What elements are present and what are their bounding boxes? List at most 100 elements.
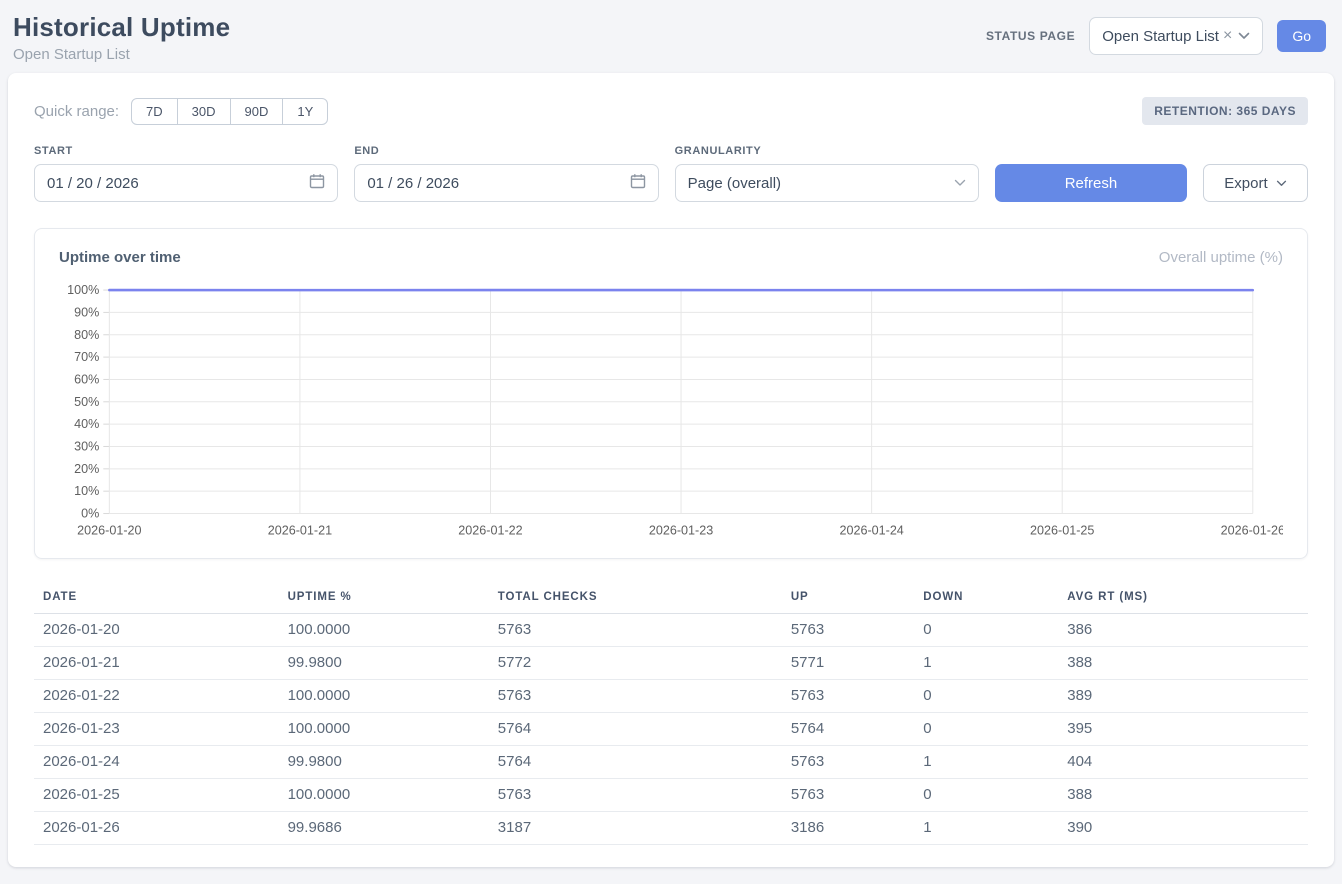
table-cell: 0 [914,679,1058,712]
table-cell: 100.0000 [279,712,489,745]
svg-text:30%: 30% [74,440,99,454]
svg-text:0%: 0% [81,507,99,521]
granularity-label: GRANULARITY [675,145,979,157]
svg-text:80%: 80% [74,328,99,342]
table-cell: 5772 [489,646,782,679]
page-title: Historical Uptime [13,12,230,43]
refresh-button[interactable]: Refresh [995,164,1187,202]
table-cell: 388 [1058,778,1308,811]
column-header: DATE [34,583,279,614]
table-cell: 2026-01-23 [34,712,279,745]
table-row: 2026-01-25100.0000576357630388 [34,778,1308,811]
table-cell: 5763 [782,745,914,778]
filter-row: START 01 / 20 / 2026 END 01 / 26 / 2026 … [34,145,1308,202]
quick-range-group: 7D30D90D1Y [131,98,328,125]
column-header: AVG RT (MS) [1058,583,1308,614]
end-date-input[interactable]: 01 / 26 / 2026 [354,164,658,202]
table-cell: 1 [914,646,1058,679]
column-header: UPTIME % [279,583,489,614]
svg-text:2026-01-22: 2026-01-22 [458,524,522,538]
status-page-bar: STATUS PAGE Open Startup List × Go [986,17,1326,55]
table-row: 2026-01-2499.9800576457631404 [34,745,1308,778]
table-cell: 404 [1058,745,1308,778]
table-cell: 1 [914,745,1058,778]
export-button-label: Export [1224,175,1267,192]
calendar-icon[interactable] [630,173,646,193]
end-date-value: 01 / 26 / 2026 [367,175,459,192]
table-row: 2026-01-20100.0000576357630386 [34,613,1308,646]
table-cell: 3186 [782,811,914,844]
table-cell: 100.0000 [279,679,489,712]
start-date-input[interactable]: 01 / 20 / 2026 [34,164,338,202]
table-row: 2026-01-23100.0000576457640395 [34,712,1308,745]
status-page-select[interactable]: Open Startup List × [1089,17,1263,55]
export-button[interactable]: Export [1203,164,1308,202]
start-date-label: START [34,145,338,157]
column-header: DOWN [914,583,1058,614]
granularity-select[interactable]: Page (overall) [675,164,979,202]
table-cell: 2026-01-26 [34,811,279,844]
chevron-down-icon [954,179,966,187]
table-cell: 0 [914,778,1058,811]
table-cell: 0 [914,613,1058,646]
svg-text:100%: 100% [67,283,99,297]
table-cell: 2026-01-25 [34,778,279,811]
clear-selection-icon[interactable]: × [1223,28,1232,44]
table-cell: 5763 [489,613,782,646]
table-cell: 395 [1058,712,1308,745]
table-cell: 0 [914,712,1058,745]
svg-text:2026-01-20: 2026-01-20 [77,524,141,538]
table-cell: 5764 [489,712,782,745]
quick-range-button-90d[interactable]: 90D [230,98,284,125]
table-cell: 386 [1058,613,1308,646]
granularity-value: Page (overall) [688,175,781,192]
table-cell: 5763 [782,778,914,811]
page-subtitle: Open Startup List [13,46,230,63]
chart-legend-label: Overall uptime (%) [1159,249,1283,266]
uptime-table: DATEUPTIME %TOTAL CHECKSUPDOWNAVG RT (MS… [34,583,1308,845]
svg-text:2026-01-21: 2026-01-21 [268,524,332,538]
table-cell: 5763 [782,613,914,646]
column-header: UP [782,583,914,614]
chart-title: Uptime over time [59,249,181,266]
table-cell: 1 [914,811,1058,844]
table-cell: 5763 [782,679,914,712]
title-block: Historical Uptime Open Startup List [13,12,230,63]
table-cell: 3187 [489,811,782,844]
svg-text:50%: 50% [74,395,99,409]
table-row: 2026-01-22100.0000576357630389 [34,679,1308,712]
svg-text:90%: 90% [74,305,99,319]
table-cell: 5771 [782,646,914,679]
table-cell: 99.9686 [279,811,489,844]
status-page-selected-value: Open Startup List [1102,28,1219,45]
main-card: Quick range: 7D30D90D1Y RETENTION: 365 D… [8,73,1334,867]
svg-text:2026-01-23: 2026-01-23 [649,524,713,538]
table-cell: 5764 [782,712,914,745]
table-cell: 100.0000 [279,778,489,811]
start-date-value: 01 / 20 / 2026 [47,175,139,192]
go-button[interactable]: Go [1277,20,1326,52]
quick-range-button-1y[interactable]: 1Y [282,98,328,125]
uptime-chart-card: Uptime over time Overall uptime (%) 0% 10… [34,228,1308,559]
column-header: TOTAL CHECKS [489,583,782,614]
table-row: 2026-01-2199.9800577257711388 [34,646,1308,679]
table-cell: 100.0000 [279,613,489,646]
calendar-icon[interactable] [309,173,325,193]
svg-text:2026-01-25: 2026-01-25 [1030,524,1094,538]
end-date-field: END 01 / 26 / 2026 [354,145,658,202]
svg-text:20%: 20% [74,462,99,476]
svg-text:2026-01-26: 2026-01-26 [1221,524,1283,538]
table-row: 2026-01-2699.9686318731861390 [34,811,1308,844]
table-cell: 2026-01-24 [34,745,279,778]
uptime-line-chart: 0%10%20%30%40%50%60%70%80%90%100%2026-01… [59,280,1283,544]
granularity-field: GRANULARITY Page (overall) [675,145,979,202]
uptime-table-header: DATEUPTIME %TOTAL CHECKSUPDOWNAVG RT (MS… [34,583,1308,614]
table-cell: 2026-01-20 [34,613,279,646]
quick-range-button-30d[interactable]: 30D [177,98,231,125]
quick-range-label: Quick range: [34,103,119,120]
quick-range-button-7d[interactable]: 7D [131,98,178,125]
table-cell: 5763 [489,778,782,811]
status-page-label: STATUS PAGE [986,29,1075,43]
svg-text:70%: 70% [74,350,99,364]
chevron-down-icon [1238,32,1250,40]
